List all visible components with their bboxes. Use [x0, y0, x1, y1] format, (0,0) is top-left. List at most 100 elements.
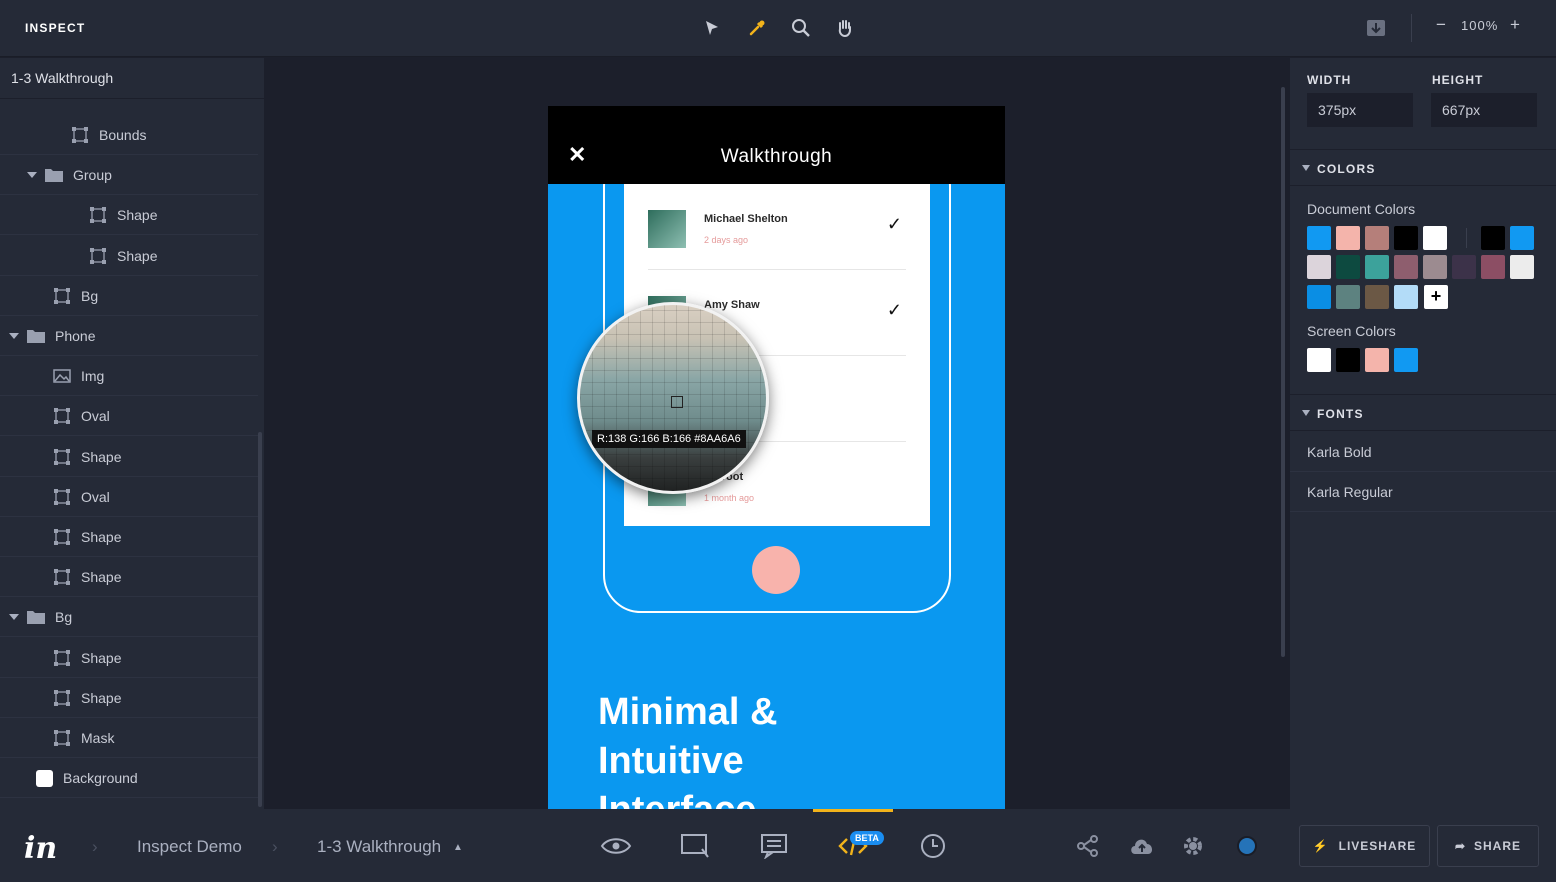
magnifier-crosshair [671, 396, 683, 408]
font-item[interactable]: Karla Regular [1290, 472, 1556, 512]
layer-label: Img [81, 368, 105, 385]
color-swatch[interactable] [1307, 285, 1331, 309]
color-swatch[interactable] [1394, 285, 1418, 309]
breadcrumb-project[interactable]: Inspect Demo [137, 837, 242, 857]
color-swatch[interactable] [1481, 226, 1505, 250]
layers-scrollbar[interactable] [258, 432, 262, 807]
layer-item[interactable]: Shape [0, 518, 258, 557]
shape-icon [89, 206, 107, 224]
color-swatch[interactable] [1394, 255, 1418, 279]
color-swatch[interactable] [1365, 348, 1389, 372]
layer-item[interactable]: Shape [0, 196, 258, 236]
folder-icon [27, 608, 45, 626]
color-swatch[interactable] [1394, 226, 1418, 250]
active-mode-indicator [813, 809, 893, 812]
history-clock-icon[interactable] [916, 829, 950, 863]
layer-item[interactable]: Shape [0, 639, 258, 678]
layer-item[interactable]: Bg [0, 598, 258, 638]
color-readout: R:138 G:166 B:166 #8AA6A6 [592, 430, 746, 448]
headline: Minimal & Intuitive Interface [598, 688, 777, 809]
layer-item[interactable]: Group [0, 156, 258, 196]
font-item[interactable]: Karla Bold [1290, 432, 1556, 472]
height-field[interactable]: 667px [1431, 93, 1537, 127]
color-swatch[interactable] [1336, 348, 1360, 372]
cloud-upload-icon[interactable] [1125, 829, 1159, 863]
layer-item[interactable]: Bounds [0, 116, 258, 155]
liveshare-button[interactable]: ⚡ LIVESHARE [1299, 825, 1430, 867]
top-toolbar: INSPECT − 100% + [0, 0, 1556, 57]
color-swatch[interactable] [1510, 226, 1534, 250]
color-swatch[interactable] [1365, 285, 1389, 309]
search-icon[interactable] [789, 16, 813, 40]
canvas[interactable]: Michael Shelton 2 days ago ✓ Amy Shaw ✓ … [264, 58, 1288, 809]
invision-logo[interactable]: in [24, 831, 57, 866]
share-nodes-icon[interactable] [1071, 829, 1105, 863]
fonts-section-toggle[interactable]: FONTS [1290, 394, 1556, 431]
height-label: HEIGHT [1432, 73, 1484, 87]
pointer-icon[interactable] [700, 16, 724, 40]
chevron-down-icon[interactable] [27, 172, 37, 179]
layer-item[interactable]: Oval [0, 478, 258, 517]
color-swatch[interactable] [1510, 255, 1534, 279]
folder-icon [45, 166, 63, 184]
artboard-header: ✕ Walkthrough [548, 106, 1005, 184]
add-color-button[interactable]: + [1424, 285, 1448, 309]
layer-item[interactable]: Bg [0, 277, 258, 316]
row-time: 1 month ago [704, 493, 755, 503]
chevron-down-icon[interactable] [9, 333, 19, 339]
lightning-icon: ⚡ [1312, 839, 1329, 853]
color-swatch[interactable] [1423, 255, 1447, 279]
chevron-up-icon[interactable]: ▲ [453, 842, 463, 853]
avatar[interactable] [1230, 829, 1264, 863]
breadcrumb-screen[interactable]: 1-3 Walkthrough [317, 837, 441, 857]
color-swatch[interactable] [1336, 226, 1360, 250]
preview-eye-icon[interactable] [599, 829, 633, 863]
zoom-in-button[interactable]: + [1510, 15, 1521, 35]
layer-item[interactable]: Background [0, 759, 258, 799]
shape-icon [53, 407, 71, 425]
color-swatch[interactable] [1423, 226, 1447, 250]
zoom-out-button[interactable]: − [1436, 15, 1447, 35]
download-icon[interactable] [1364, 16, 1388, 40]
canvas-scrollbar[interactable] [1281, 87, 1285, 657]
layer-item[interactable]: Phone [0, 317, 258, 356]
toolbar-divider [1411, 14, 1412, 42]
layer-item[interactable]: Shape [0, 558, 258, 598]
shape-icon [71, 126, 89, 144]
color-swatch[interactable] [1307, 226, 1331, 250]
layer-label: Background [63, 770, 138, 787]
color-swatch[interactable] [1307, 348, 1331, 372]
width-field[interactable]: 375px [1307, 93, 1413, 127]
shape-icon [53, 488, 71, 506]
color-swatch[interactable] [1452, 255, 1476, 279]
headline-line: Minimal & [598, 691, 778, 733]
share-button[interactable]: ➦ SHARE [1437, 825, 1539, 867]
artboard-title: Walkthrough [720, 146, 833, 167]
colors-section-toggle[interactable]: COLORS [1290, 149, 1556, 186]
shape-icon [53, 689, 71, 707]
eyedropper-icon[interactable] [745, 16, 769, 40]
build-mode-icon[interactable] [678, 829, 712, 863]
color-swatch[interactable] [1481, 255, 1505, 279]
color-swatch[interactable] [1336, 285, 1360, 309]
hand-icon[interactable] [833, 16, 857, 40]
color-swatch[interactable] [1365, 255, 1389, 279]
layer-item[interactable]: Shape [0, 237, 258, 276]
color-swatch[interactable] [1307, 255, 1331, 279]
gear-icon[interactable] [1176, 829, 1210, 863]
headline-line: Intuitive [598, 740, 744, 782]
color-swatch[interactable] [1336, 255, 1360, 279]
layer-item[interactable]: Mask [0, 719, 258, 758]
layer-item[interactable]: Img [0, 357, 258, 397]
color-swatch[interactable] [1365, 226, 1389, 250]
layers-screen-name[interactable]: 1-3 Walkthrough [0, 58, 264, 99]
layer-item[interactable]: Shape [0, 438, 258, 477]
chevron-down-icon[interactable] [9, 614, 19, 621]
shape-icon [53, 729, 71, 747]
layer-item[interactable]: Shape [0, 679, 258, 718]
color-swatch[interactable] [1394, 348, 1418, 372]
shape-icon [89, 247, 107, 265]
shape-icon [53, 287, 71, 305]
comment-mode-icon[interactable] [757, 829, 791, 863]
layer-item[interactable]: Oval [0, 397, 258, 437]
